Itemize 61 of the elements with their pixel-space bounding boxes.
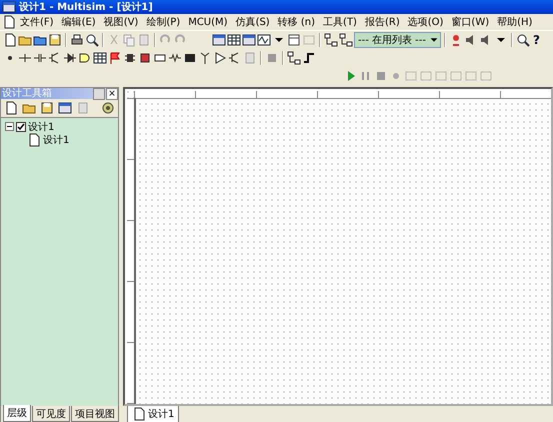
menu-item[interactable]: 仿真(S) — [232, 15, 274, 29]
search-icon[interactable] — [85, 33, 99, 47]
menu-item[interactable]: 窗口(W) — [447, 15, 494, 29]
gear-icon[interactable] — [101, 101, 115, 115]
hierarchy-icon[interactable] — [324, 33, 338, 47]
panel-tab[interactable]: 项目视图 — [71, 406, 119, 422]
panel-title: 设计工具箱 — [2, 88, 53, 99]
antenna-icon[interactable] — [198, 51, 212, 65]
hierarchy-icon[interactable] — [287, 51, 301, 65]
grid-icon[interactable] — [93, 51, 107, 65]
printer-icon[interactable] — [70, 33, 84, 47]
menu-item[interactable]: 文件(F) — [16, 15, 58, 29]
logic-gate-icon[interactable] — [78, 51, 92, 65]
search-icon[interactable] — [516, 33, 530, 47]
clipboard-icon[interactable] — [243, 51, 257, 65]
window-icon[interactable] — [58, 101, 72, 115]
new-page-icon — [27, 132, 41, 146]
in-use-list-dropdown[interactable]: --- 在用列表 --- — [354, 32, 442, 48]
flag-icon[interactable] — [108, 51, 122, 65]
menu-item[interactable]: 报告(R) — [360, 15, 404, 29]
step-line-icon[interactable] — [302, 51, 316, 65]
tree-item[interactable]: 设计1 — [28, 120, 54, 134]
chip-icon[interactable] — [123, 51, 137, 65]
expand-toggle[interactable] — [5, 122, 14, 131]
menu-item[interactable]: 转移 (n) — [274, 15, 320, 29]
window-icon[interactable] — [212, 33, 226, 47]
tree-item[interactable]: 设计1 — [43, 132, 70, 146]
grid-icon[interactable] — [227, 33, 241, 47]
floppy-icon[interactable] — [40, 101, 54, 115]
floppy-icon[interactable] — [48, 33, 62, 47]
hierarchy-icon[interactable] — [339, 33, 353, 47]
block-icon[interactable] — [183, 51, 197, 65]
menu-item[interactable]: 绘制(P) — [142, 15, 184, 29]
document-tab[interactable]: 设计1 — [127, 406, 180, 422]
menu-item[interactable]: 选项(O) — [404, 15, 448, 29]
menu-item[interactable]: 工具(T) — [319, 15, 361, 29]
triangle-icon[interactable] — [213, 51, 227, 65]
menu-item[interactable]: MCU(M) — [184, 16, 232, 28]
waveform-icon[interactable] — [257, 33, 271, 47]
panel-tab[interactable]: 层级 — [3, 405, 31, 422]
menu-item[interactable]: 帮助(H) — [493, 15, 536, 29]
panel-tab[interactable]: 可见度 — [32, 406, 70, 422]
window-icon[interactable] — [242, 33, 256, 47]
square-icon[interactable] — [138, 51, 152, 65]
schematic-grid[interactable] — [123, 87, 553, 406]
diode-icon[interactable] — [63, 51, 77, 65]
window-icon — [2, 0, 16, 14]
close-button[interactable]: × — [106, 88, 118, 100]
checkbox[interactable] — [16, 122, 26, 132]
new-page-icon[interactable] — [4, 101, 18, 115]
menu-item[interactable]: 编辑(E) — [58, 15, 100, 29]
new-page-icon[interactable] — [3, 33, 17, 47]
wire-icon[interactable] — [18, 51, 32, 65]
clipboard-icon[interactable] — [137, 33, 151, 47]
resistor-icon[interactable] — [168, 51, 182, 65]
capacitor-icon[interactable] — [33, 51, 47, 65]
clipboard-icon[interactable] — [76, 101, 90, 115]
menu-item[interactable]: 视图(V) — [100, 15, 142, 29]
window-title: 设计1 - Multisim - [设计1] — [19, 0, 153, 14]
minimize-button[interactable] — [93, 88, 105, 100]
help-button[interactable]: ? — [531, 33, 542, 47]
